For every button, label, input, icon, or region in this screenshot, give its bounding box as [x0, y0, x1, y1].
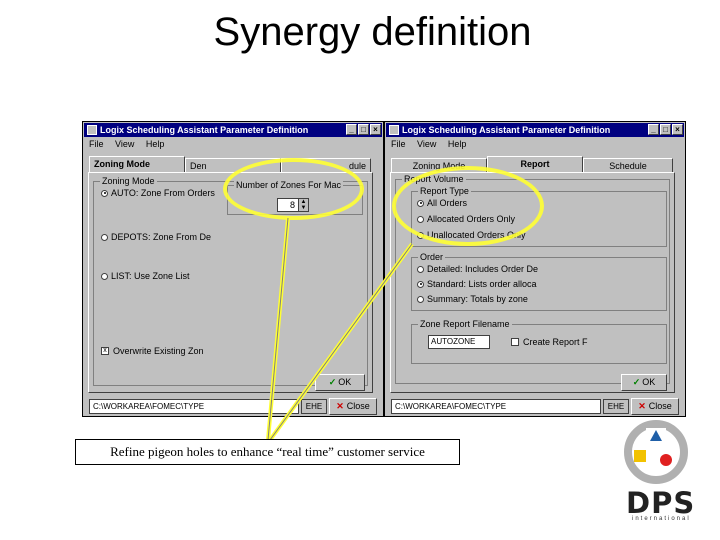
menu-file[interactable]: File: [89, 139, 104, 149]
radio-indicator: [417, 280, 424, 288]
menubar: File View Help: [391, 139, 475, 149]
maximize-button[interactable]: □: [358, 124, 369, 135]
menubar: File View Help: [89, 139, 173, 149]
radio-detailed[interactable]: Detailed: Includes Order De: [417, 264, 538, 274]
radio-auto[interactable]: AUTO: Zone From Orders: [101, 188, 215, 198]
checkmark-icon: ✓: [632, 377, 641, 387]
maximize-button[interactable]: □: [660, 124, 671, 135]
radio-summary[interactable]: Summary: Totals by zone: [417, 294, 528, 304]
close-window-button[interactable]: ×: [370, 124, 381, 135]
menu-help[interactable]: Help: [448, 139, 467, 149]
group-label: Zoning Mode: [100, 176, 157, 186]
ok-button[interactable]: ✓ OK: [315, 374, 365, 391]
minimize-button[interactable]: _: [346, 124, 357, 135]
close-window-button[interactable]: ×: [672, 124, 683, 135]
radio-list[interactable]: LIST: Use Zone List: [101, 271, 190, 281]
close-icon: ✕: [336, 401, 344, 411]
minimize-button[interactable]: _: [648, 124, 659, 135]
radio-indicator: [417, 295, 424, 303]
radio-indicator: [101, 272, 108, 280]
highlight-ellipse-zones: [223, 158, 364, 220]
dps-logo-mark: [624, 420, 688, 484]
checkbox-indicator: x: [101, 347, 109, 355]
close-icon: ✕: [638, 401, 646, 411]
slide-title: Synergy definition: [213, 10, 532, 54]
overwrite-checkbox[interactable]: x Overwrite Existing Zon: [101, 346, 204, 356]
menu-view[interactable]: View: [417, 139, 436, 149]
menu-file[interactable]: File: [391, 139, 406, 149]
status-path: C:\WORKAREA\FOMEC\TYPE: [391, 399, 601, 414]
tab-schedule[interactable]: Schedule: [583, 158, 673, 173]
ok-button[interactable]: ✓ OK: [621, 374, 667, 391]
window-titlebar[interactable]: Logix Scheduling Assistant Parameter Def…: [84, 123, 382, 137]
checkmark-icon: ✓: [328, 377, 337, 387]
create-report-checkbox[interactable]: Create Report F: [511, 337, 588, 347]
menu-help[interactable]: Help: [146, 139, 165, 149]
window-titlebar[interactable]: Logix Scheduling Assistant Parameter Def…: [386, 123, 684, 137]
logo-name: DPS: [626, 486, 696, 520]
group-label: Zone Report Filename: [418, 319, 512, 329]
close-button[interactable]: ✕ Close: [631, 398, 679, 415]
zone-report-filename-input[interactable]: AUTOZONE: [428, 335, 490, 349]
window-title: Logix Scheduling Assistant Parameter Def…: [402, 125, 611, 135]
radio-indicator: [101, 233, 108, 241]
close-button[interactable]: ✕ Close: [329, 398, 377, 415]
highlight-ellipse-report-type: [392, 166, 544, 246]
window-title: Logix Scheduling Assistant Parameter Def…: [100, 125, 309, 135]
radio-depots[interactable]: DEPOTS: Zone From De: [101, 232, 211, 242]
status-code: EHE: [301, 399, 327, 414]
status-path: C:\WORKAREA\FOMEC\TYPE: [89, 399, 299, 414]
radio-indicator: [101, 189, 108, 197]
app-icon: [87, 125, 97, 135]
checkbox-indicator: [511, 338, 519, 346]
caption-box: Refine pigeon holes to enhance “real tim…: [75, 439, 460, 465]
tab-zoning-mode[interactable]: Zoning Mode: [89, 156, 185, 173]
app-icon: [389, 125, 399, 135]
menu-view[interactable]: View: [115, 139, 134, 149]
logo-square-icon: [634, 450, 646, 462]
logo-tagline: international: [632, 516, 691, 522]
status-code: EHE: [603, 399, 629, 414]
window-report: Logix Scheduling Assistant Parameter Def…: [384, 121, 686, 417]
group-label: Order: [418, 252, 446, 262]
logo-circle-icon: [660, 454, 672, 466]
radio-indicator: [417, 265, 424, 273]
radio-standard[interactable]: Standard: Lists order alloca: [417, 279, 537, 289]
